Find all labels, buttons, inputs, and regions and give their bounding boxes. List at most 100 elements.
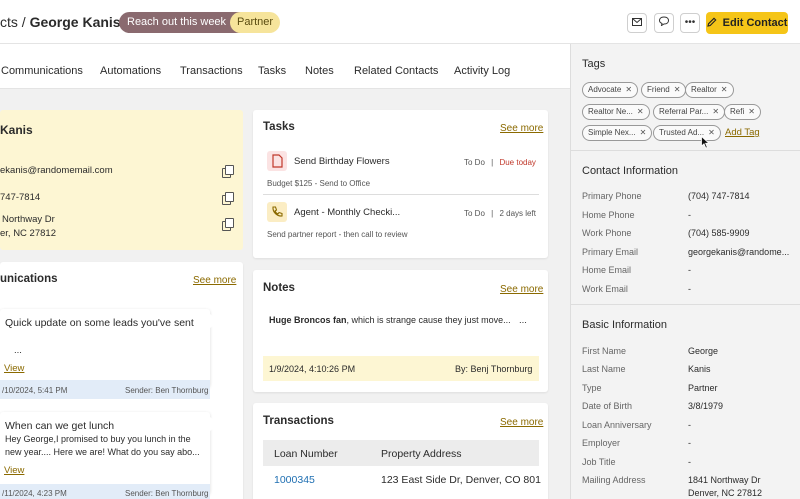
breadcrumb-contacts-link[interactable]: cts [0, 14, 18, 30]
communications-card: unications See more Quick update on some… [0, 262, 243, 499]
task-detail: Budget $125 - Send to Office [267, 179, 371, 188]
tag-chip[interactable]: Realtor ✕ [685, 82, 734, 98]
tag-label: Advocate [588, 85, 622, 94]
loan-number-link[interactable]: 1000345 [274, 474, 315, 486]
message-button[interactable] [654, 13, 674, 33]
tag-chip[interactable]: Friend ✕ [641, 82, 687, 98]
section-divider [571, 150, 800, 151]
task-status: To Do [464, 209, 485, 218]
remove-tag-icon[interactable]: ✕ [625, 85, 632, 94]
transactions-see-more-link[interactable]: See more [500, 417, 543, 428]
pencil-icon [706, 17, 717, 27]
remove-tag-icon[interactable]: ✕ [637, 107, 644, 116]
notes-see-more-link[interactable]: See more [500, 284, 543, 295]
field-label: Loan Anniversary [582, 420, 652, 430]
details-panel: Tags Advocate ✕ Friend ✕ Realtor ✕ Realtor … [570, 44, 800, 499]
tab-transactions[interactable]: Transactions [180, 65, 243, 77]
task-icon-box [267, 151, 287, 171]
copy-email-icon[interactable] [222, 165, 234, 178]
column-header-property-address[interactable]: Property Address [381, 448, 462, 460]
speech-tail [210, 314, 220, 328]
tab-communications[interactable]: Communications [1, 65, 83, 77]
tag-label: Referral Par... [659, 107, 709, 116]
contact-info-title: Contact Information [582, 165, 678, 177]
ellipsis-icon: ••• [684, 17, 696, 28]
task-due: Due today [499, 158, 536, 167]
tab-tasks[interactable]: Tasks [258, 65, 286, 77]
tag-chip[interactable]: Trusted Ad... ✕ [653, 125, 721, 141]
tag-chip[interactable]: Simple Nex... ✕ [582, 125, 653, 141]
task-status: To Do [464, 158, 485, 167]
property-address: 123 East Side Dr, Denver, CO 801 [381, 474, 541, 486]
note-text[interactable]: Huge Broncos fan, which is strange cause… [269, 315, 511, 325]
task-name[interactable]: Agent - Monthly Checki... [294, 207, 400, 218]
communication-item[interactable]: Quick update on some leads you've sent .… [0, 309, 210, 387]
communication-view-link[interactable]: View [4, 363, 24, 374]
task-name[interactable]: Send Birthday Flowers [294, 156, 390, 167]
communications-see-more-link[interactable]: See more [193, 275, 236, 286]
communication-item[interactable]: When can we get lunch Hey George,I promi… [0, 412, 210, 494]
contact-card-address-line1: Northway Dr [2, 214, 55, 225]
task-divider [263, 194, 539, 195]
communication-date: /11/2024, 4:23 PM [2, 489, 67, 498]
tag-chip[interactable]: Referral Par... ✕ [653, 104, 726, 120]
table-row[interactable]: 1000345 123 East Side Dr, Denver, CO 801 [263, 466, 541, 492]
communication-meta: /10/2024, 5:41 PM Sender: Ben Thornburg [0, 380, 210, 399]
contact-card-phone: 747-7814 [0, 192, 41, 203]
communication-view-link[interactable]: View [4, 465, 24, 476]
tasks-see-more-link[interactable]: See more [500, 123, 543, 134]
task-status-separator: | [491, 209, 494, 218]
communication-sender: Sender: Ben Thornburg [125, 386, 209, 395]
field-value: - [688, 284, 691, 294]
speech-tail [210, 417, 220, 431]
envelope-icon [632, 18, 642, 26]
task-detail: Send partner report - then call to revie… [267, 230, 408, 239]
field-value: 1841 Northway Dr [688, 475, 761, 485]
remove-tag-icon[interactable]: ✕ [712, 107, 719, 116]
tag-chip[interactable]: Realtor Ne... ✕ [582, 104, 650, 120]
tab-automations[interactable]: Automations [100, 65, 161, 77]
more-options-button[interactable]: ••• [680, 13, 700, 33]
tag-label: Trusted Ad... [659, 128, 705, 137]
remove-tag-icon[interactable]: ✕ [748, 107, 755, 116]
transactions-table-header: Loan Number Property Address [263, 440, 539, 466]
stage-label: Reach out this week [127, 16, 227, 28]
field-label: First Name [582, 346, 627, 356]
task-due: 2 days left [499, 209, 536, 218]
tag-chip[interactable]: Advocate ✕ [582, 82, 639, 98]
copy-address-icon[interactable] [222, 218, 234, 231]
tag-label: Realtor [691, 85, 717, 94]
copy-phone-icon[interactable] [222, 192, 234, 205]
column-header-loan-number[interactable]: Loan Number [274, 448, 338, 460]
communications-title: unications [0, 273, 58, 285]
tab-activity-log[interactable]: Activity Log [454, 65, 510, 77]
contact-card-email: ekanis@randomemail.com [0, 165, 113, 176]
remove-tag-icon[interactable]: ✕ [721, 85, 728, 94]
edit-contact-label: Edit Contact [722, 17, 788, 29]
tag-chip[interactable]: Refi ✕ [724, 104, 761, 120]
field-value: 3/8/1979 [688, 401, 724, 411]
tab-related-contacts[interactable]: Related Contacts [354, 65, 438, 77]
communication-meta: /11/2024, 4:23 PM Sender: Ben Thornburg [0, 484, 210, 499]
remove-tag-icon[interactable]: ✕ [674, 85, 681, 94]
page-title: George Kanis [29, 14, 121, 30]
field-label: Home Phone [582, 210, 635, 220]
phone-icon [272, 206, 283, 217]
field-value: (704) 585-9909 [688, 228, 750, 238]
edit-contact-button[interactable]: Edit Contact [706, 12, 788, 34]
communication-body-line1: Hey George,I promised to buy you lunch i… [5, 434, 191, 444]
note-more-ellipsis[interactable]: ... [519, 315, 527, 326]
field-value: Partner [688, 383, 718, 393]
section-divider [571, 304, 800, 305]
communication-date: /10/2024, 5:41 PM [2, 386, 68, 395]
add-tag-link[interactable]: Add Tag [725, 127, 760, 138]
tab-notes[interactable]: Notes [305, 65, 334, 77]
tags-title: Tags [582, 58, 606, 70]
field-label: Work Email [582, 284, 628, 294]
communication-body-line2: new year.... Here we are! What do you sa… [5, 447, 200, 457]
email-button[interactable] [627, 13, 647, 33]
field-value-line2: Denver, NC 27812 [688, 488, 763, 498]
note-author: By: Benj Thornburg [455, 364, 533, 374]
remove-tag-icon[interactable]: ✕ [640, 128, 647, 137]
field-value: Kanis [688, 364, 711, 374]
